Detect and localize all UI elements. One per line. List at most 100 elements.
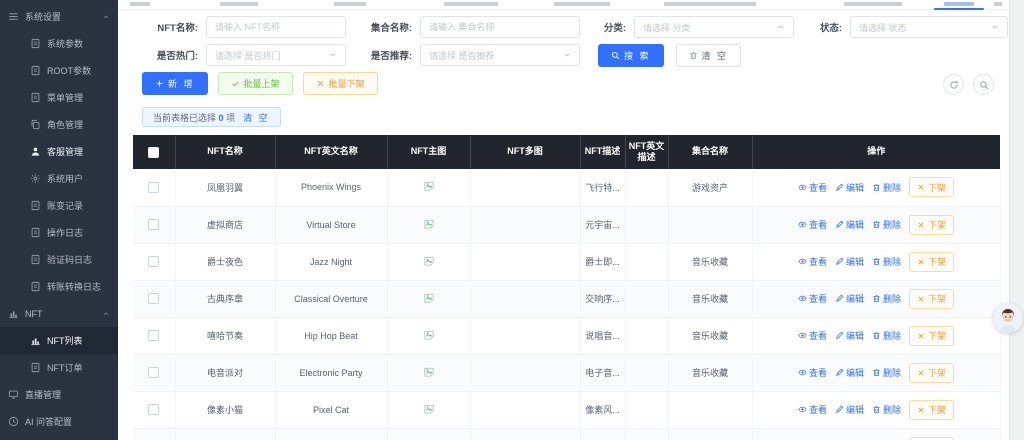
sidebar-item-menu-management[interactable]: 菜单管理 xyxy=(0,84,118,111)
sidebar-item-label: ROOT参数 xyxy=(47,66,91,76)
sidebar-group-nft[interactable]: NFT xyxy=(0,300,118,327)
batch-on-shelf-button[interactable]: 批量上架 xyxy=(217,72,293,95)
tab-fragment[interactable] xyxy=(664,2,756,6)
delete-button[interactable]: 删除 xyxy=(872,366,901,379)
sidebar: 系统设置 系统参数 ROOT参数 菜单管理 角色管理 客服管理 系统用户 账变记… xyxy=(0,0,118,440)
col-actions: 操作 xyxy=(752,135,1000,169)
sidebar-item-system-users[interactable]: 系统用户 xyxy=(0,165,118,192)
sidebar-item-balance-records[interactable]: 账变记录 xyxy=(0,192,118,219)
tab-fragment[interactable] xyxy=(444,2,498,6)
chevron-down-icon xyxy=(991,23,999,31)
edit-button[interactable]: 编辑 xyxy=(835,329,864,342)
sidebar-item-nft-list[interactable]: NFT列表 xyxy=(0,327,118,354)
tab-fragment[interactable] xyxy=(130,2,150,6)
sidebar-item-system-params[interactable]: 系统参数 xyxy=(0,30,118,57)
edit-button[interactable]: 编辑 xyxy=(835,218,864,231)
add-button[interactable]: 新 增 xyxy=(142,72,208,95)
off-shelf-button[interactable]: 下架 xyxy=(909,251,955,272)
off-shelf-button[interactable]: 下架 xyxy=(909,362,955,383)
row-checkbox[interactable] xyxy=(148,330,160,342)
customer-service-avatar[interactable] xyxy=(993,303,1023,333)
view-button[interactable]: 查看 xyxy=(798,403,827,416)
off-shelf-button[interactable]: 下架 xyxy=(909,399,955,420)
gear-icon xyxy=(30,173,41,184)
clear-button[interactable]: 清 空 xyxy=(675,43,742,67)
batch-off-shelf-button[interactable]: 批量下架 xyxy=(302,72,378,95)
view-button[interactable]: 查看 xyxy=(798,255,827,268)
edit-button[interactable]: 编辑 xyxy=(835,255,864,268)
view-button[interactable]: 查看 xyxy=(798,218,827,231)
sidebar-item-transfer-logs[interactable]: 转账转换日志 xyxy=(0,273,118,300)
row-checkbox[interactable] xyxy=(148,293,160,305)
nft-name-input[interactable] xyxy=(206,16,346,38)
edit-button[interactable]: 编辑 xyxy=(835,366,864,379)
delete-button[interactable]: 删除 xyxy=(872,329,901,342)
category-select[interactable]: 请选择 分类 xyxy=(634,16,794,38)
sidebar-item-operation-logs[interactable]: 操作日志 xyxy=(0,219,118,246)
tab-fragment[interactable] xyxy=(844,2,902,6)
edit-button[interactable]: 编辑 xyxy=(835,292,864,305)
sidebar-item-ai-qa-config[interactable]: AI 问答配置 xyxy=(0,408,118,435)
collection-name-input[interactable] xyxy=(420,16,580,38)
delete-button[interactable]: 删除 xyxy=(872,181,901,194)
off-shelf-button[interactable]: 下架 xyxy=(909,288,955,309)
table-row: 爵士夜色 Jazz Night 爵士即... 音乐收藏 查看 编辑 删除 下架 xyxy=(133,243,1001,281)
cell-nft-desc: 像素风... xyxy=(580,391,626,429)
off-shelf-button[interactable]: 下架 xyxy=(909,177,955,198)
search-button[interactable]: 搜 索 xyxy=(598,43,664,67)
selection-clear-link[interactable]: 清 空 xyxy=(243,111,270,124)
delete-button[interactable]: 删除 xyxy=(872,218,901,231)
row-checkbox[interactable] xyxy=(148,367,160,379)
cell-nft-images xyxy=(470,354,581,392)
select-all-checkbox[interactable] xyxy=(148,146,160,158)
eye-icon xyxy=(798,331,807,340)
sidebar-item-root-params[interactable]: ROOT参数 xyxy=(0,57,118,84)
off-shelf-button[interactable]: 下架 xyxy=(909,325,955,346)
selection-text: 当前表格已选择 0 项 xyxy=(153,112,236,123)
sidebar-item-captcha-logs[interactable]: 验证码日志 xyxy=(0,246,118,273)
row-checkbox[interactable] xyxy=(148,404,160,416)
filter-form: NFT名称: 集合名称: 分类: 请选择 分类 状态: 请选择 状态 是否热门:… xyxy=(118,10,1024,67)
edit-button[interactable]: 编辑 xyxy=(835,403,864,416)
refresh-button[interactable] xyxy=(943,74,964,95)
doc-icon xyxy=(30,227,41,238)
cell-nft-en-desc xyxy=(625,354,669,392)
tab-fragment-active[interactable] xyxy=(944,2,974,6)
sidebar-item-customer-service[interactable]: 客服管理 xyxy=(0,138,118,165)
status-select[interactable]: 请选择 状态 xyxy=(850,16,1008,38)
tab-fragment[interactable] xyxy=(554,2,610,6)
sidebar-item-role-management[interactable]: 角色管理 xyxy=(0,111,118,138)
off-shelf-button[interactable]: 下架 xyxy=(909,436,955,440)
view-button[interactable]: 查看 xyxy=(798,181,827,194)
edit-button[interactable]: 编辑 xyxy=(835,181,864,194)
tab-fragment[interactable] xyxy=(220,2,258,6)
is-hot-select[interactable]: 请选择 是否热门 xyxy=(206,44,346,66)
tab-fragment[interactable] xyxy=(994,2,1002,6)
eye-icon xyxy=(798,405,807,414)
off-shelf-button[interactable]: 下架 xyxy=(909,214,955,235)
trash-icon xyxy=(872,257,881,266)
row-checkbox[interactable] xyxy=(148,219,160,231)
tab-fragment[interactable] xyxy=(334,2,366,6)
sidebar-item-nft-orders[interactable]: NFT订单 xyxy=(0,354,118,381)
row-checkbox[interactable] xyxy=(148,181,160,193)
cell-nft-name: 像素小猫 xyxy=(175,391,276,429)
row-checkbox[interactable] xyxy=(148,256,160,268)
view-button[interactable]: 查看 xyxy=(798,292,827,305)
sidebar-item-live-management[interactable]: 直播管理 xyxy=(0,381,118,408)
vertical-scrollbar[interactable] xyxy=(1009,0,1024,440)
delete-button[interactable]: 删除 xyxy=(872,255,901,268)
chevron-down-icon xyxy=(563,51,571,59)
sidebar-group-system-settings[interactable]: 系统设置 xyxy=(0,3,118,30)
zoom-button[interactable] xyxy=(973,74,994,95)
is-recommend-select[interactable]: 请选择 是否推荐 xyxy=(420,44,580,66)
nft-table: NFT名称 NFT英文名称 NFT主图 NFT多图 NFT描述 NFT英文描述 … xyxy=(133,135,1001,440)
delete-button[interactable]: 删除 xyxy=(872,403,901,416)
doc-icon xyxy=(30,38,41,49)
view-button[interactable]: 查看 xyxy=(798,366,827,379)
cell-nft-en-name: Classical Overture xyxy=(275,280,388,318)
delete-button[interactable]: 删除 xyxy=(872,292,901,305)
view-button[interactable]: 查看 xyxy=(798,329,827,342)
cell-nft-desc: 像素独... xyxy=(580,428,626,440)
category-label: 分类: xyxy=(603,23,626,34)
